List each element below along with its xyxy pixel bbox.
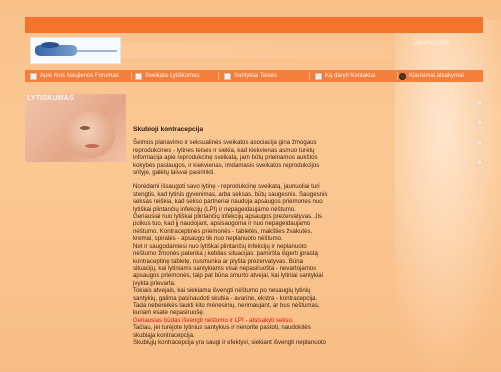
highlight-line: Geriausias būdas išvengti nėštumo ir LPI…	[133, 316, 294, 324]
article-line: Skubiųjų kontracepcija yra saugi ir efek…	[133, 338, 327, 346]
nav-divider	[218, 72, 219, 80]
sidebar-photo: LYTIŠKUMAS	[25, 94, 126, 162]
article-line: srityje, galėtų laisvai pasirinkti.	[133, 169, 215, 177]
article-line: įvykta prievarta.	[133, 279, 176, 287]
page-icon	[30, 72, 37, 80]
article-line: skubiąja kontracepcija.	[133, 331, 195, 339]
right-link[interactable]	[428, 92, 483, 112]
article-line: Norėdami išsaugoti savo lytinę - reprodu…	[133, 183, 320, 191]
article-paragraph-2: Norėdami išsaugoti savo lytinę - reprodu…	[133, 183, 385, 346]
nav-item-1[interactable]: Apie mus Naujienos Forumas	[30, 70, 128, 82]
main-navigation: Apie mus Naujienos Forumas Sveikata Lyti…	[25, 70, 483, 82]
article-line: reprodukcines - lytines teises ir siekia…	[133, 146, 315, 154]
article-content: Skubioji kontracepcija Šeimos planavimo …	[133, 126, 385, 372]
article-line: lytiškai plintančių infekcijų (LPI) ir n…	[133, 205, 296, 213]
article-line: Tokiais atvejais, kai siekiama išvengti …	[133, 287, 311, 295]
page-icon	[135, 72, 142, 80]
nav-item-3[interactable]: Santykiai Teisės	[224, 70, 306, 82]
article-line: apsaugos priemonės, taip pat būna smurto…	[133, 272, 324, 280]
right-link[interactable]	[428, 112, 483, 132]
nav-item-label: Apie mus Naujienos Forumas	[40, 73, 119, 79]
page-icon	[224, 72, 231, 80]
article-line: informacija apie reprodukcinę sveikatą, …	[133, 154, 318, 162]
header-label: Jaunuoliai	[413, 38, 450, 47]
nav-divider	[309, 72, 310, 80]
nav-item-label: Sveikata Lytiškumas	[145, 73, 200, 79]
top-banner-bar	[25, 17, 483, 33]
bullet-icon	[476, 158, 483, 166]
bullet-icon	[476, 138, 483, 146]
nav-item-5[interactable]: Klausimai atsakymai	[399, 70, 481, 82]
lip-illustration	[85, 144, 99, 148]
globe-icon	[399, 72, 406, 80]
article-line: nėštumo žmonės patenka į keblias situaci…	[133, 250, 318, 258]
article-line: Tačiau, jei turėjote lytinius santykius …	[133, 324, 311, 332]
article-line: kokybės paslaugos, ir kiekvienas, imdama…	[133, 161, 320, 169]
logo-figure-icon	[41, 42, 59, 48]
nav-item-label: Klausimai atsakymai	[409, 73, 464, 79]
article-line: kontraceptinę tabletę, nusmunka ar plyšt…	[133, 257, 304, 265]
article-line: kremai, spiralės - apsaugo tik nuo nepla…	[133, 235, 283, 243]
nav-item-label: Santykiai Teisės	[234, 73, 277, 79]
page-icon	[315, 72, 322, 80]
site-logo[interactable]	[30, 37, 121, 64]
article-line: puikus tuo, kad jį naudojant, apsisaugom…	[133, 220, 311, 228]
article-line: Šeimos planavimo ir seksualinės sveikato…	[133, 139, 317, 147]
nav-divider	[397, 72, 398, 80]
right-link[interactable]	[428, 132, 483, 152]
header-decoration	[121, 41, 391, 59]
nav-item-label: Ką daryti Kontaktai	[325, 73, 376, 79]
nav-item-2[interactable]: Sveikata Lytiškumas	[135, 70, 215, 82]
page-frame: Jaunuoliai Apie mus Naujienos Forumas Sv…	[0, 0, 501, 372]
article-paragraph-1: Šeimos planavimo ir seksualinės sveikato…	[133, 139, 385, 176]
nav-item-4[interactable]: Ką daryti Kontaktai	[315, 70, 395, 82]
eye-illustration	[80, 126, 90, 130]
face-illustration	[65, 112, 115, 158]
nav-divider	[131, 72, 132, 80]
article-line: stengtis, kad lytinis gyvenimas, arba se…	[133, 190, 328, 198]
bullet-icon	[476, 118, 483, 126]
article-line: Geriausiai nuo lytiškai plintančių infek…	[133, 213, 322, 221]
bullet-icon	[476, 98, 483, 106]
article-line: kuriam esate nepasiruošę.	[133, 309, 205, 317]
photo-caption: LYTIŠKUMAS	[27, 95, 74, 102]
article-line: nėštumo. Kontraceptinės priemonės - tabl…	[133, 227, 313, 235]
logo-line	[77, 50, 117, 52]
article-line: Tada nebereikės laukti kito mėnesinių, n…	[133, 301, 320, 309]
article-line: situacijų, kai lytiniams santykiams visa…	[133, 264, 317, 272]
article-line: seksas reiškia, kad sekso partneriai nau…	[133, 198, 323, 206]
article-line: santykių, galima pasinaudoti skubia - av…	[133, 294, 318, 302]
right-sidebar-links	[428, 92, 483, 172]
right-link[interactable]	[428, 152, 483, 172]
article-title: Skubioji kontracepcija	[133, 126, 203, 133]
article-line: Net ir saugodamiesi nuo lytiškai plintan…	[133, 242, 307, 250]
